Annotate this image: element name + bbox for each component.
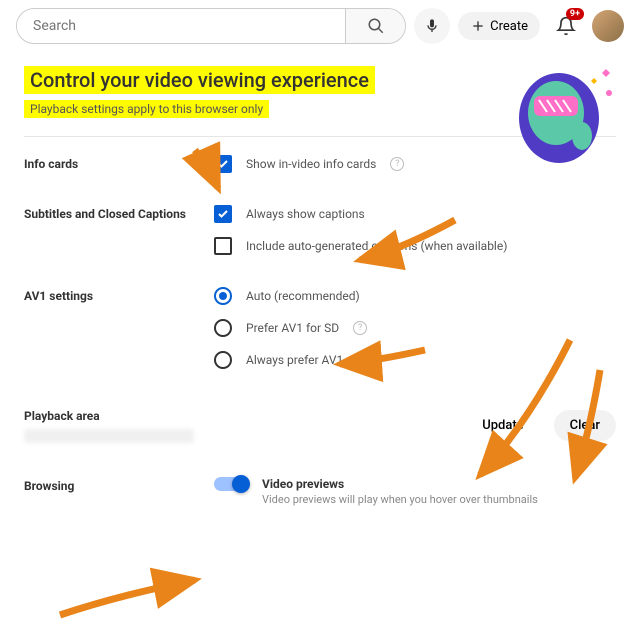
option-label: Prefer AV1 for SD: [246, 321, 339, 335]
option-label: Show in-video info cards: [246, 157, 376, 171]
plus-icon: [470, 18, 486, 34]
notification-badge: 9+: [566, 8, 584, 20]
search-icon: [367, 17, 385, 35]
section-captions: Subtitles and Closed Captions Always sho…: [24, 173, 616, 255]
section-label: Playback area: [24, 407, 194, 423]
checkbox-info-cards[interactable]: [214, 155, 232, 173]
toggle-subtitle: Video previews will play when you hover …: [262, 493, 538, 506]
option-label: Always show captions: [246, 207, 365, 221]
update-button[interactable]: Update: [466, 410, 539, 441]
help-icon[interactable]: ?: [353, 321, 367, 335]
option-label: Include auto-generated captions (when av…: [246, 239, 507, 253]
section-av1: AV1 settings Auto (recommended) Prefer A…: [24, 255, 616, 369]
section-browsing: Browsing Video previews Video previews w…: [24, 443, 616, 506]
option-label: Auto (recommended): [246, 289, 360, 303]
radio-av1-auto[interactable]: [214, 287, 232, 305]
illustration: [494, 48, 624, 168]
section-label: Browsing: [24, 477, 214, 493]
toggle-title: Video previews: [262, 477, 538, 491]
voice-search-button[interactable]: [414, 8, 450, 44]
section-label: Subtitles and Closed Captions: [24, 205, 214, 221]
header: Create 9+: [0, 0, 640, 52]
section-label: AV1 settings: [24, 287, 214, 303]
mic-icon: [424, 18, 440, 34]
checkbox-always-captions[interactable]: [214, 205, 232, 223]
help-icon[interactable]: ?: [390, 157, 404, 171]
page-subtitle: Playback settings apply to this browser …: [24, 100, 269, 118]
section-label: Info cards: [24, 155, 214, 171]
clear-button[interactable]: Clear: [554, 410, 616, 441]
notifications-button[interactable]: 9+: [548, 8, 584, 44]
create-label: Create: [490, 19, 528, 34]
toggle-video-previews[interactable]: [214, 477, 248, 491]
checkbox-auto-captions[interactable]: [214, 237, 232, 255]
section-playback: Playback area Update Clear: [24, 369, 616, 443]
search-input[interactable]: [17, 18, 345, 34]
create-button[interactable]: Create: [458, 12, 540, 40]
search-button[interactable]: [345, 9, 405, 43]
radio-av1-always[interactable]: [214, 351, 232, 369]
radio-av1-sd[interactable]: [214, 319, 232, 337]
hero: Control your video viewing experience Pl…: [24, 62, 616, 118]
page-title: Control your video viewing experience: [24, 66, 375, 94]
avatar[interactable]: [592, 10, 624, 42]
help-icon[interactable]: ?: [357, 353, 371, 367]
redacted-text: [24, 429, 194, 443]
search-box: [16, 8, 406, 44]
option-label: Always prefer AV1: [246, 353, 343, 367]
